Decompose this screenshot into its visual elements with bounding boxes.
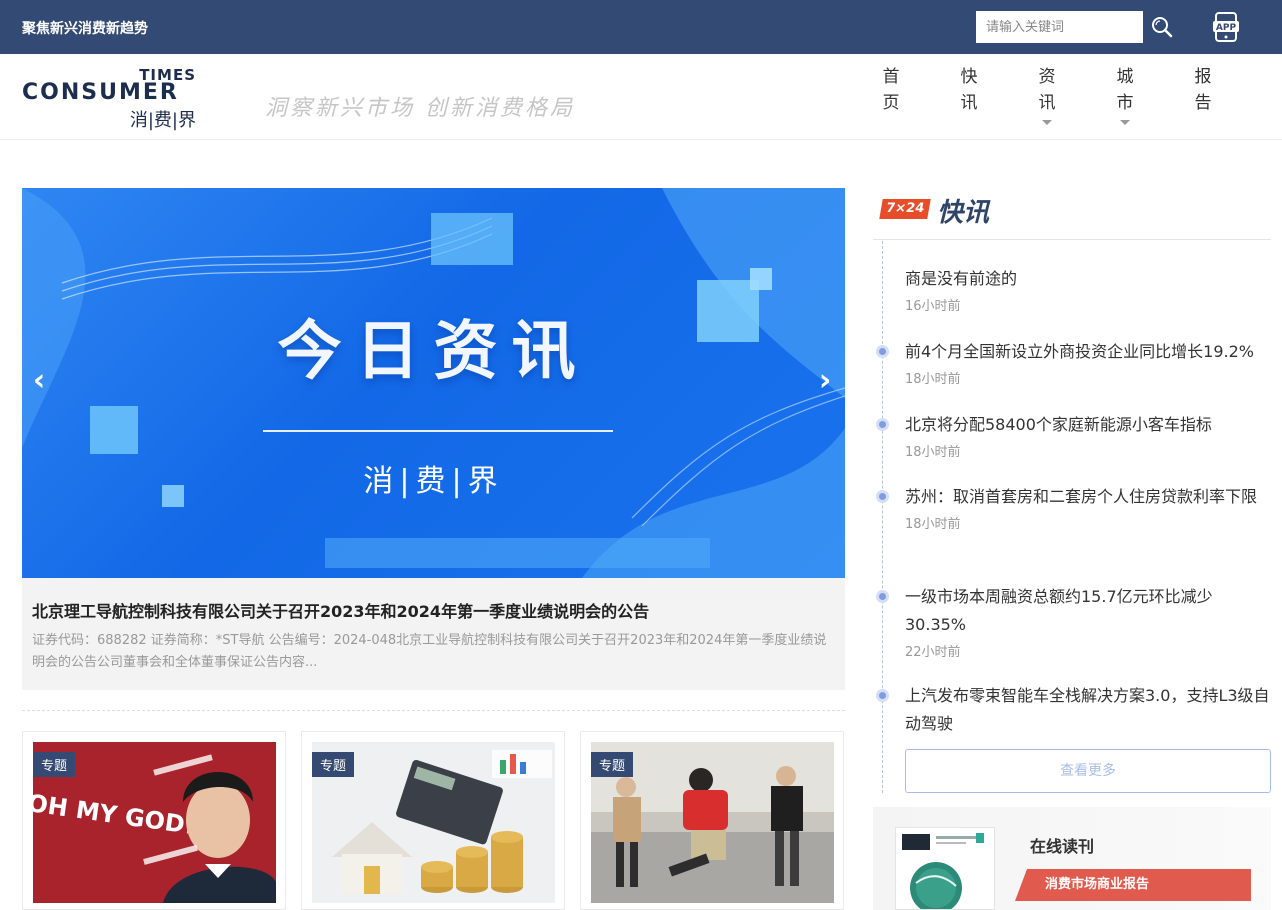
carousel-next-button[interactable]: › [810, 363, 840, 398]
timeline-line [882, 241, 883, 793]
featured-article-title[interactable]: 北京理工导航控制科技有限公司关于召开2023年和2024年第一季度业绩说明会的公… [32, 598, 649, 622]
nav-home-char-1: 首 [882, 67, 900, 87]
flash-news-item-title[interactable]: 前4个月全国新设立外商投资企业同比增长19.2% [905, 338, 1270, 366]
logo-consumer: CONSUMER [22, 80, 179, 105]
flash-news-title[interactable]: 快讯 [937, 192, 989, 229]
flash-news-item-time: 18小时前 [905, 372, 961, 387]
carousel-prev-button[interactable]: ‹ [24, 363, 54, 398]
app-label: APP [1216, 23, 1237, 33]
topic-card-2-tag: 专题 [312, 752, 355, 777]
flash-news-item-title[interactable]: 一级市场本周融资总额约15.7亿元环比减少30.35% [905, 583, 1270, 639]
nav-news[interactable]: 资 讯 [1032, 64, 1062, 125]
nav-report[interactable]: 报 告 [1188, 64, 1218, 116]
site-motto: 洞察新兴市场 创新消费格局 [265, 96, 575, 121]
nav-home-char-2: 页 [882, 93, 900, 113]
hero-carousel[interactable]: 今日资讯 消|费|界 ‹ › [22, 188, 845, 578]
chevron-down-icon [1042, 120, 1052, 125]
flash-news-item[interactable]: 前4个月全国新设立外商投资企业同比增长19.2% 18小时前 [905, 338, 1270, 387]
nav-flash[interactable]: 快 讯 [954, 64, 984, 116]
flash-news-item[interactable]: 商是没有前途的 16小时前 [905, 265, 1270, 314]
topic-card-1[interactable]: OH MY GOD! 专题 [22, 731, 286, 910]
flash-news-item-time: 22小时前 [905, 645, 961, 660]
flash-news-item[interactable]: 一级市场本周融资总额约15.7亿元环比减少30.35% 22小时前 [905, 583, 1270, 660]
nav-report-char-1: 报 [1194, 67, 1212, 87]
magazine-cover[interactable] [895, 827, 995, 910]
timeline-dot-icon [876, 590, 889, 603]
carousel-divider [263, 430, 613, 432]
flash-news-badge: 7×24 [879, 199, 931, 219]
top-bar: 聚焦新兴消费新趋势 APP [0, 0, 1282, 54]
flash-news-item-time: 16小时前 [905, 299, 961, 314]
nav-city-char-2: 市 [1116, 93, 1134, 113]
flash-news-item[interactable]: 北京将分配58400个家庭新能源小客车指标 18小时前 [905, 411, 1270, 460]
flash-news-item-title[interactable]: 苏州：取消首套房和二套房个人住房贷款利率下限 [905, 483, 1270, 511]
featured-article-summary: 证券代码：688282 证券简称：*ST导航 公告编号：2024-048北京工业… [32, 633, 827, 670]
topic-card-1-tag: 专题 [33, 752, 76, 777]
flash-news-item-title[interactable]: 上汽发布零束智能车全栈解决方案3.0，支持L3级自动驾驶 [905, 682, 1270, 738]
nav-news-char-1: 资 [1038, 67, 1056, 87]
section-divider [22, 710, 845, 711]
nav-home[interactable]: 首 页 [876, 64, 906, 116]
nav-report-char-2: 告 [1194, 93, 1212, 113]
timeline-dot-icon [876, 490, 889, 503]
site-slogan: 聚焦新兴消费新趋势 [22, 21, 148, 37]
search-input[interactable] [976, 11, 1143, 43]
online-reading-title: 在线读刊 [1030, 837, 1095, 856]
flash-news-item-time: 18小时前 [905, 445, 961, 460]
site-logo[interactable]: TIMES CONSUMER 消|费|界 [22, 66, 202, 131]
nav-flash-char-2: 讯 [960, 93, 978, 113]
flash-news-item-time: 18小时前 [905, 517, 961, 532]
chevron-down-icon [1120, 120, 1130, 125]
report-ribbon-button[interactable]: 消费市场商业报告 [1015, 869, 1251, 901]
site-header: TIMES CONSUMER 消|费|界 洞察新兴市场 创新消费格局 首 页 快… [0, 54, 1282, 140]
topic-cards: OH MY GOD! 专题 专题 专题 [22, 731, 845, 910]
flash-news-item-title[interactable]: 北京将分配58400个家庭新能源小客车指标 [905, 411, 1270, 439]
app-download-icon[interactable]: APP [1212, 12, 1240, 42]
flash-news-item[interactable]: 上汽发布零束智能车全栈解决方案3.0，支持L3级自动驾驶 [905, 682, 1270, 738]
timeline-dot-icon [876, 689, 889, 702]
timeline-dot-icon [876, 345, 889, 358]
nav-city[interactable]: 城 市 [1110, 64, 1140, 125]
nav-city-char-1: 城 [1116, 67, 1134, 87]
flash-news-header: 7×24 快讯 [873, 188, 1271, 240]
logo-cn: 消|费|界 [129, 110, 196, 131]
featured-article: 北京理工导航控制科技有限公司关于召开2023年和2024年第一季度业绩说明会的公… [22, 578, 845, 690]
carousel-brand: 消|费|界 [363, 464, 504, 499]
nav-flash-char-1: 快 [960, 67, 978, 87]
topic-card-3-tag: 专题 [591, 752, 634, 777]
flash-news-item[interactable]: 苏州：取消首套房和二套房个人住房贷款利率下限 18小时前 [905, 483, 1270, 532]
search-icon[interactable] [1150, 15, 1174, 39]
view-more-button[interactable]: 查看更多 [905, 749, 1271, 793]
nav-news-char-2: 讯 [1038, 93, 1056, 113]
timeline-dot-icon [876, 418, 889, 431]
carousel-headline: 今日资讯 [277, 315, 590, 389]
online-reading: 在线读刊 消费市场商业报告 [873, 807, 1271, 910]
flash-news-timeline[interactable]: 商是没有前途的 16小时前 前4个月全国新设立外商投资企业同比增长19.2% 1… [873, 241, 1271, 793]
flash-news-item-title[interactable]: 商是没有前途的 [905, 265, 1270, 293]
topic-card-2[interactable]: 专题 [301, 731, 565, 910]
topic-card-3[interactable]: 专题 [580, 731, 844, 910]
